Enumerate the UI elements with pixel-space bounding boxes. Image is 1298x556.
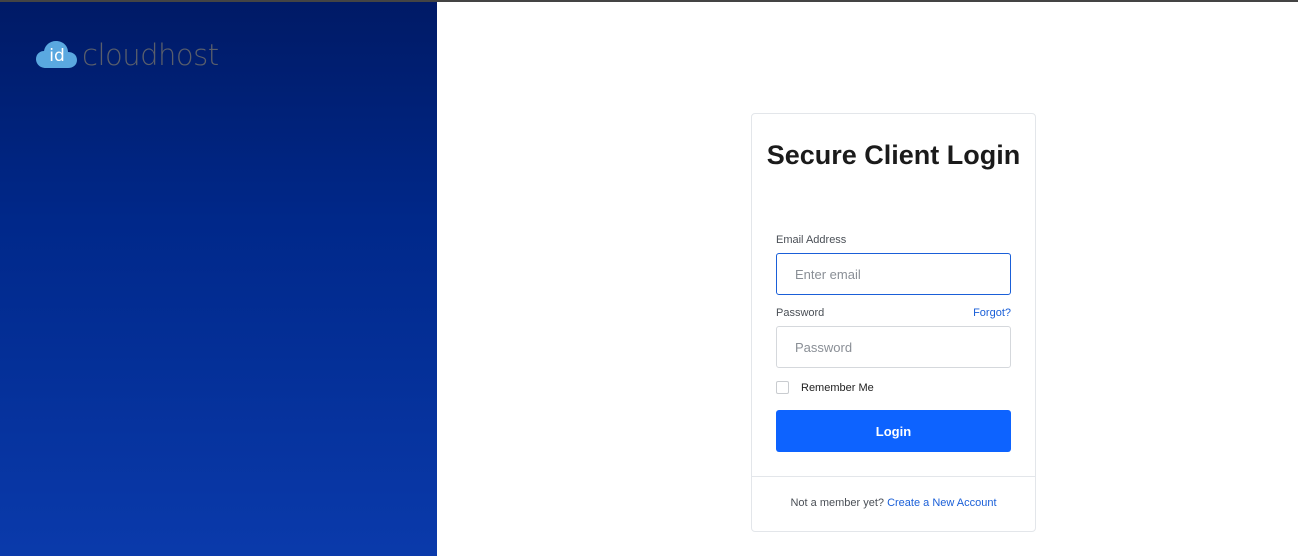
page-title: Secure Client Login — [766, 140, 1021, 170]
password-field[interactable] — [776, 326, 1011, 368]
login-button[interactable]: Login — [776, 410, 1011, 452]
remember-me-checkbox[interactable] — [776, 381, 789, 394]
logo-badge-text: id — [49, 46, 65, 66]
signup-prompt-text: Not a member yet? — [790, 497, 885, 509]
brand-panel: id cloudhost — [0, 2, 437, 556]
brand-logo[interactable]: id cloudhost — [36, 38, 219, 72]
card-divider — [752, 476, 1035, 477]
remember-me[interactable]: Remember Me — [776, 381, 874, 394]
email-label: Email Address — [776, 234, 847, 246]
forgot-password-link[interactable]: Forgot? — [973, 307, 1011, 319]
email-field[interactable] — [776, 253, 1011, 295]
password-label: Password — [776, 307, 825, 319]
remember-me-label: Remember Me — [801, 381, 874, 394]
login-card: Secure Client Login Email Address Passwo… — [751, 113, 1036, 532]
brand-name: cloudhost — [82, 38, 219, 72]
cloud-icon: id — [36, 40, 78, 70]
signup-prompt: Not a member yet? Create a New Account — [752, 497, 1035, 509]
create-account-link[interactable]: Create a New Account — [887, 497, 996, 509]
